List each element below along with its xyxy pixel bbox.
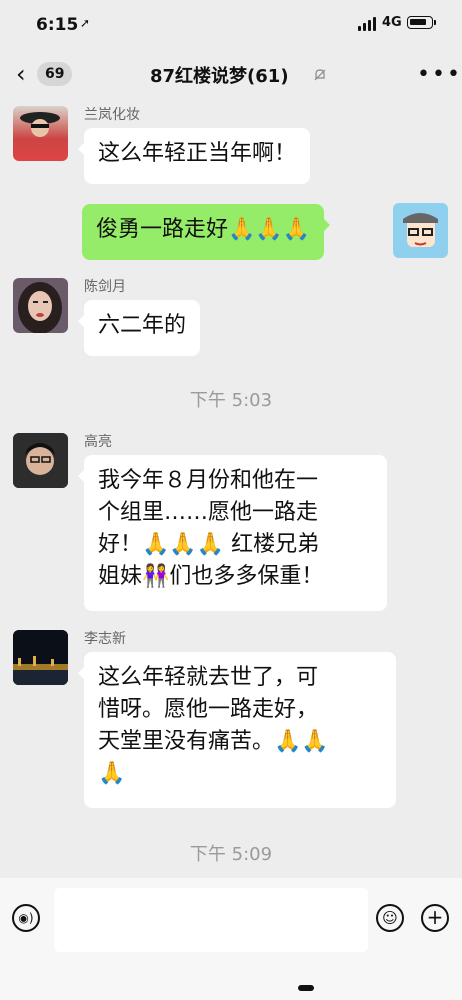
sender-name: 陈剑月 [84,279,126,295]
sender-name: 高亮 [84,434,112,450]
location-icon: ➚ [80,16,91,30]
bell-mute-icon [313,68,327,82]
back-icon[interactable]: ‹ [16,62,36,86]
unread-count-badge[interactable]: 69 [37,62,73,86]
time-separator: 下午 5:09 [189,844,273,865]
emoji-icon[interactable]: ☺ [376,904,404,932]
signal-icon [358,17,378,31]
message-bubble[interactable]: 这么年轻正当年啊！ [77,128,311,184]
avatar[interactable] [13,278,68,333]
sender-name: 李志新 [84,631,126,647]
message-line: 个组里……愿他一路走 [98,500,319,525]
chat-title: 87红楼说梦(61) [150,66,289,87]
voice-icon[interactable]: ◉) [12,904,40,932]
my-avatar[interactable] [393,203,448,258]
message-bubble-outgoing[interactable]: 俊勇一路走好🙏🙏🙏 [82,204,331,260]
status-bar: 6:15 ➚ 4G [0,0,462,50]
message-line: 天堂里没有痛苦。🙏🙏 [98,729,329,754]
message-line: 这么年轻就去世了，可 [98,665,319,690]
avatar[interactable] [13,106,68,161]
message-input[interactable] [54,888,368,952]
message-line: 我今年８月份和他在一 [98,468,319,493]
message-bubble[interactable]: 这么年轻就去世了，可 惜呀。愿他一路走好， 天堂里没有痛苦。🙏🙏 🙏 [78,652,396,808]
home-indicator [298,985,314,991]
more-icon[interactable]: ••• [417,64,460,86]
avatar[interactable] [13,433,68,488]
input-bar: ◉) ☺ + [0,878,462,1000]
message-line: 惜呀。愿他一路走好， [98,697,319,722]
message-line: 姐妹👭们也多多保重！ [98,564,324,589]
plus-icon[interactable]: + [421,904,449,932]
time-separator: 下午 5:03 [189,390,273,411]
message-line: 🙏 [98,761,126,786]
message-bubble[interactable]: 六二年的 [77,300,201,356]
chat-header: ‹ 69 87红楼说梦(61) ••• [0,50,462,98]
status-time: 6:15 [36,15,79,35]
network-label: 4G [382,15,402,30]
message-bubble[interactable]: 我今年８月份和他在一 个组里……愿他一路走 好！🙏🙏🙏 红楼兄弟 姐妹👭们也多多… [78,455,387,611]
sender-name: 兰岚化妆 [84,107,140,123]
battery-icon [407,16,436,29]
avatar[interactable] [13,630,68,685]
message-line: 好！🙏🙏🙏 红楼兄弟 [98,532,320,557]
